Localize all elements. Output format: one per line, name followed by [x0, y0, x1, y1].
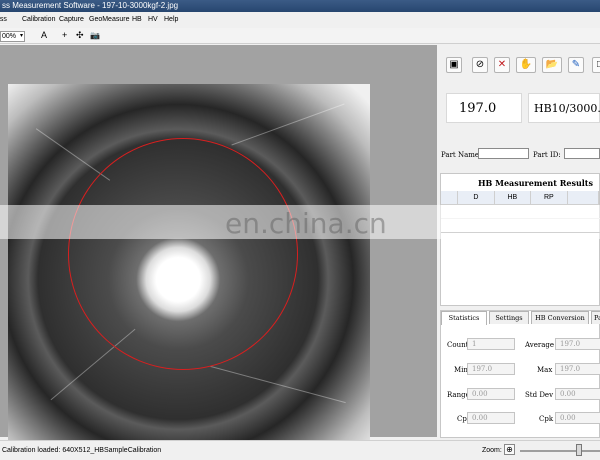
- font-icon[interactable]: A: [41, 30, 47, 41]
- zoom-select[interactable]: 00% ▾: [0, 31, 25, 42]
- indent-measurement-circle[interactable]: [68, 138, 298, 370]
- indentation-photo: [8, 84, 370, 446]
- edit-icon[interactable]: ✎: [568, 57, 584, 73]
- average-label: Average: [525, 341, 555, 349]
- camera-icon[interactable]: 📷: [90, 30, 100, 41]
- chevron-down-icon: ▾: [19, 33, 23, 39]
- scratch-mark: [231, 103, 345, 146]
- zoom-label: Zoom:: [482, 447, 502, 454]
- column-header-blank: [567, 191, 600, 205]
- clear-icon[interactable]: ⊘: [472, 57, 488, 73]
- cp-label: Cp: [457, 415, 467, 423]
- stddev-value: 0.00: [555, 388, 600, 400]
- results-header-row: D HB RP: [441, 191, 600, 205]
- image-viewer[interactable]: [0, 45, 437, 446]
- column-header-rp[interactable]: RP: [530, 191, 568, 205]
- cpk-value: 0.00: [555, 412, 600, 424]
- delete-icon[interactable]: ✕: [494, 57, 510, 73]
- menu-hv[interactable]: HV: [148, 16, 158, 23]
- max-value: 197.0: [555, 363, 600, 375]
- tab-settings[interactable]: Settings: [489, 311, 529, 324]
- hardness-scale-display: HB10/3000.0: [528, 93, 600, 123]
- crosshair-icon[interactable]: +: [62, 30, 67, 41]
- cpk-label: Cpk: [539, 415, 554, 423]
- part-id-input[interactable]: [564, 148, 600, 159]
- menu-calibration[interactable]: Calibration: [22, 16, 55, 23]
- window-icon[interactable]: □: [592, 57, 600, 73]
- count-label: Count: [447, 341, 469, 349]
- results-table: D HB RP: [441, 191, 600, 205]
- video-icon[interactable]: ▣: [446, 57, 462, 73]
- cp-value: 0.00: [467, 412, 515, 424]
- zoom-icon[interactable]: ⊕: [504, 444, 515, 455]
- menu-help[interactable]: Help: [164, 16, 178, 23]
- menu-bar: ess Calibration Capture GeoMeasure HB HV…: [0, 14, 600, 27]
- stddev-label: Std Dev: [525, 391, 554, 399]
- part-id-label: Part ID:: [533, 151, 561, 159]
- column-header-d[interactable]: D: [457, 191, 495, 205]
- window-title: ss Measurement Software - 197-10-3000kgf…: [2, 1, 179, 10]
- menu-hb[interactable]: HB: [132, 16, 142, 23]
- min-value: 197.0: [467, 363, 515, 375]
- menu-geomeasure[interactable]: GeoMeasure: [89, 16, 129, 23]
- zoom-select-value: 00%: [2, 33, 17, 40]
- part-name-input[interactable]: [478, 148, 529, 159]
- zoom-slider-track[interactable]: [520, 450, 600, 452]
- menu-capture[interactable]: Capture: [59, 16, 84, 23]
- hardness-value-display: 197.0: [446, 93, 522, 123]
- menu-file[interactable]: ess: [0, 16, 7, 23]
- toolbar: 00% ▾ A + ✣ 📷: [0, 28, 600, 44]
- zoom-slider-thumb[interactable]: [576, 444, 582, 456]
- tab-hb-conversion[interactable]: HB Conversion: [531, 311, 589, 324]
- stats-panel: Statistics Settings HB Conversion Pa Cou…: [440, 310, 600, 438]
- watermark-band: en.china.cn: [0, 205, 600, 240]
- max-label: Max: [537, 366, 553, 374]
- results-title: HB Measurement Results: [478, 178, 594, 188]
- count-value: 1: [467, 338, 515, 350]
- status-message: Calibration loaded: 640X512_HBSampleCali…: [2, 447, 162, 454]
- open-folder-icon[interactable]: 📂: [542, 57, 562, 73]
- watermark-text: en.china.cn: [225, 207, 387, 240]
- hand-icon[interactable]: ✋: [516, 57, 536, 73]
- range-value: 0.00: [467, 388, 515, 400]
- part-name-label: Part Name:: [441, 151, 482, 159]
- tab-more[interactable]: Pa: [591, 311, 600, 324]
- results-panel: HB Measurement Results D HB RP: [440, 173, 600, 306]
- column-header-hb[interactable]: HB: [494, 191, 532, 205]
- row-header-cell: [441, 191, 459, 205]
- min-label: Min: [454, 366, 468, 374]
- average-value: 197.0: [555, 338, 600, 350]
- scratch-mark: [210, 365, 346, 404]
- tab-statistics[interactable]: Statistics: [441, 311, 487, 325]
- status-bar: Calibration loaded: 640X512_HBSampleCali…: [0, 440, 600, 460]
- title-bar: ss Measurement Software - 197-10-3000kgf…: [0, 0, 600, 12]
- move-icon[interactable]: ✣: [76, 30, 84, 41]
